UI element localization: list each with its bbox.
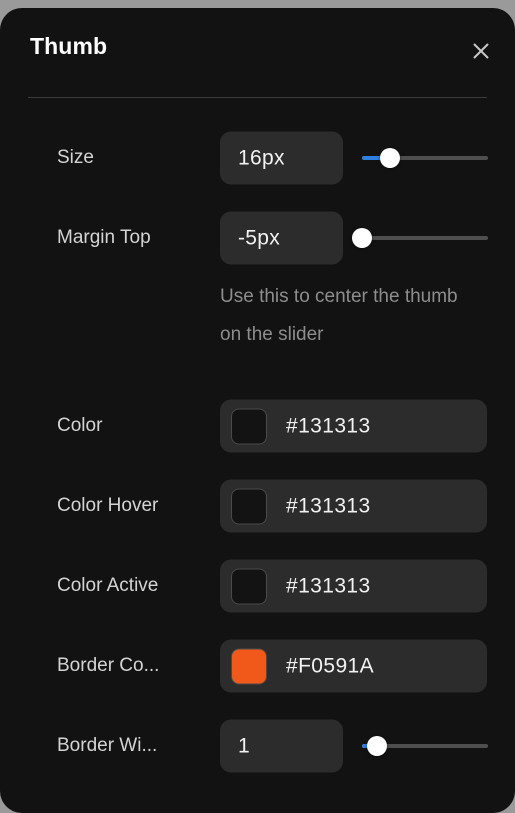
size-input[interactable]: 16px <box>220 131 343 185</box>
color-hover-input[interactable]: #131313 <box>220 479 487 533</box>
color-active-input[interactable]: #131313 <box>220 559 487 613</box>
row-label-margin-top: Margin Top <box>57 227 151 248</box>
margin-top-slider[interactable] <box>352 225 488 251</box>
row-label-border-color: Border Co... <box>57 655 160 676</box>
border-color-swatch[interactable] <box>231 648 267 684</box>
row-color-active: Color Active #131313 <box>0 546 515 626</box>
margin-top-hint-text: Use this to center the thumb on the slid… <box>220 286 458 345</box>
border-width-slider-thumb[interactable] <box>367 736 388 756</box>
row-margin-top-hint: Use this to center the thumb on the slid… <box>0 278 515 386</box>
row-size: Size 16px <box>0 118 515 198</box>
color-hover-input-value: #131313 <box>286 494 371 517</box>
size-slider[interactable] <box>362 145 488 171</box>
border-width-slider[interactable] <box>362 733 488 759</box>
color-swatch[interactable] <box>231 408 267 444</box>
row-label-border-width: Border Wi... <box>57 735 158 756</box>
panel-header: Thumb <box>0 8 515 98</box>
border-color-input[interactable]: #F0591A <box>220 639 487 693</box>
border-color-input-value: #F0591A <box>286 654 375 677</box>
row-label-color-active: Color Active <box>57 575 159 596</box>
margin-top-input-value: -5px <box>238 226 281 249</box>
margin-top-slider-thumb[interactable] <box>352 228 372 248</box>
row-margin-top: Margin Top -5px <box>0 198 515 278</box>
size-input-value: 16px <box>238 146 285 169</box>
close-icon <box>472 42 490 60</box>
color-active-input-value: #131313 <box>286 574 371 597</box>
page-title: Thumb <box>30 33 108 59</box>
border-width-input[interactable]: 1 <box>220 719 343 773</box>
thumb-settings-panel: Thumb Size 16px Margin Top -5px Use this… <box>0 8 515 813</box>
row-label-color-hover: Color Hover <box>57 495 159 516</box>
row-label-color: Color <box>57 415 103 436</box>
row-color-hover: Color Hover #131313 <box>0 466 515 546</box>
color-input[interactable]: #131313 <box>220 399 487 453</box>
row-border-width: Border Wi... 1 <box>0 706 515 786</box>
margin-top-input[interactable]: -5px <box>220 211 343 265</box>
close-button[interactable] <box>464 34 498 68</box>
margin-top-slider-track <box>362 236 488 240</box>
settings-rows: Size 16px Margin Top -5px Use this to ce… <box>0 118 515 786</box>
row-color: Color #131313 <box>0 386 515 466</box>
color-hover-swatch[interactable] <box>231 488 267 524</box>
row-border-color: Border Co... #F0591A <box>0 626 515 706</box>
header-divider <box>28 97 487 98</box>
color-input-value: #131313 <box>286 414 371 437</box>
size-slider-thumb[interactable] <box>379 148 400 168</box>
border-width-input-value: 1 <box>238 734 250 757</box>
color-active-swatch[interactable] <box>231 568 267 604</box>
row-label-size: Size <box>57 147 94 168</box>
